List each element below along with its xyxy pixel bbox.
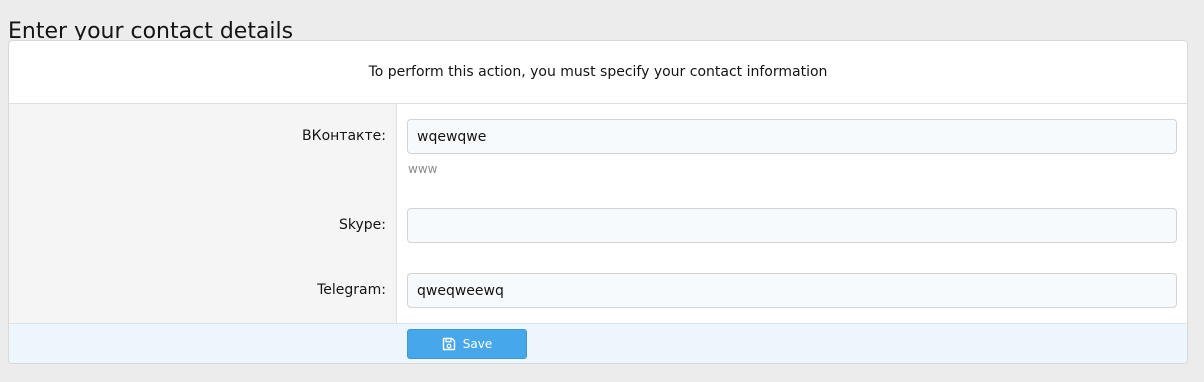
form-description: To perform this action, you must specify… xyxy=(9,41,1187,104)
form-footer: Save xyxy=(9,323,1187,363)
telegram-input[interactable] xyxy=(407,273,1177,308)
label-column: ВКонтакте: Skype: Telegram: xyxy=(9,104,397,323)
vkontakte-input[interactable] xyxy=(407,119,1177,154)
save-button-label: Save xyxy=(462,337,493,351)
skype-label: Skype: xyxy=(339,217,386,233)
contact-details-form: To perform this action, you must specify… xyxy=(8,40,1188,364)
vkontakte-hint: www xyxy=(408,162,438,176)
input-column: www xyxy=(397,104,1187,323)
vkontakte-label: ВКонтакте: xyxy=(302,128,386,144)
save-icon xyxy=(442,337,456,351)
telegram-label: Telegram: xyxy=(317,282,386,298)
save-button[interactable]: Save xyxy=(407,329,527,359)
form-body: ВКонтакте: Skype: Telegram: www xyxy=(9,104,1187,323)
skype-input[interactable] xyxy=(407,208,1177,243)
